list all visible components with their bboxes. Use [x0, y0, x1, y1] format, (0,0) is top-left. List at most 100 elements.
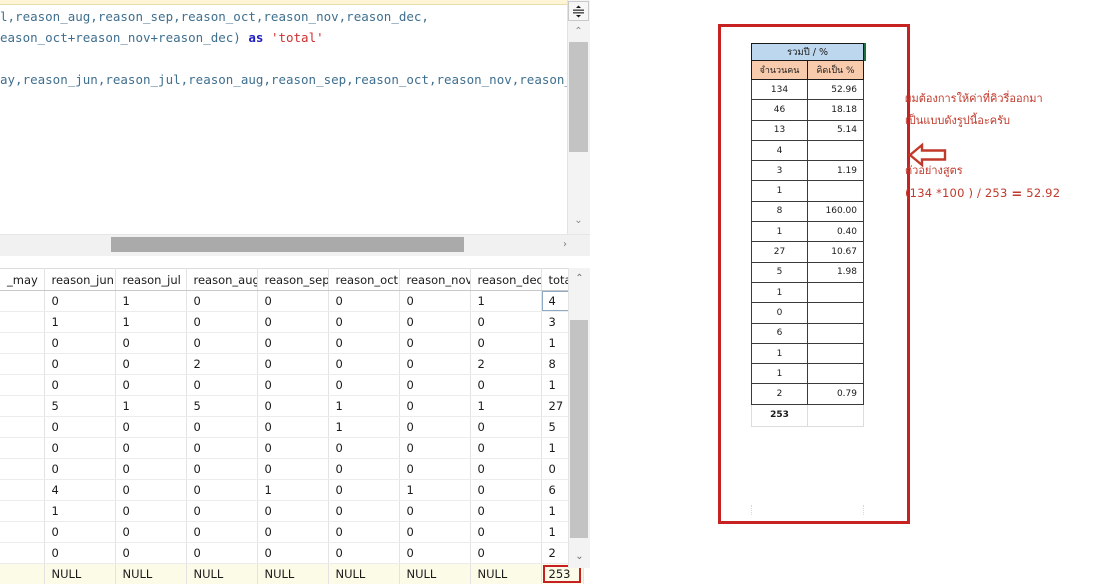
table-cell[interactable]: 0 — [44, 459, 115, 480]
table-cell[interactable]: 0 — [399, 312, 470, 333]
table-cell[interactable]: NULL — [186, 564, 257, 584]
table-row[interactable]: 00000001 — [0, 375, 583, 396]
table-cell[interactable]: 0 — [186, 438, 257, 459]
table-cell[interactable]: 1 — [470, 291, 541, 312]
table-row[interactable]: 00000001 — [0, 438, 583, 459]
table-cell[interactable] — [0, 543, 44, 564]
table-cell[interactable]: NULL — [257, 564, 328, 584]
table-cell[interactable]: NULL — [115, 564, 186, 584]
table-cell[interactable] — [0, 564, 44, 584]
table-cell[interactable]: 0 — [115, 522, 186, 543]
table-cell[interactable]: 1 — [44, 501, 115, 522]
table-cell[interactable]: 0 — [328, 501, 399, 522]
grid-vertical-scrollbar[interactable]: ⌃ ⌄ — [568, 268, 590, 568]
table-cell[interactable]: 2 — [186, 354, 257, 375]
table-cell[interactable] — [0, 438, 44, 459]
table-cell[interactable]: 0 — [257, 375, 328, 396]
table-cell[interactable]: 0 — [399, 375, 470, 396]
table-cell[interactable]: 0 — [328, 459, 399, 480]
table-total-row[interactable]: NULLNULLNULLNULLNULLNULLNULL253 — [0, 564, 583, 584]
table-cell[interactable]: 0 — [328, 333, 399, 354]
table-cell[interactable]: 0 — [115, 501, 186, 522]
column-header-reason-aug[interactable]: reason_aug — [186, 269, 257, 291]
table-cell[interactable]: 0 — [115, 333, 186, 354]
table-cell[interactable]: 0 — [470, 480, 541, 501]
table-cell[interactable]: 0 — [115, 438, 186, 459]
table-cell[interactable]: 0 — [44, 417, 115, 438]
table-cell[interactable] — [0, 417, 44, 438]
column-header-reason-jul[interactable]: reason_jul — [115, 269, 186, 291]
table-cell[interactable]: 0 — [257, 354, 328, 375]
split-pane-icon[interactable] — [568, 1, 589, 21]
table-cell[interactable] — [0, 522, 44, 543]
table-cell[interactable]: 0 — [470, 417, 541, 438]
table-cell[interactable]: 0 — [186, 417, 257, 438]
table-cell[interactable] — [0, 333, 44, 354]
editor-vertical-scrollbar[interactable]: ⌃ ⌄ — [567, 0, 590, 236]
table-cell[interactable]: 1 — [257, 480, 328, 501]
table-cell[interactable]: 0 — [257, 543, 328, 564]
table-cell[interactable]: 5 — [186, 396, 257, 417]
table-cell[interactable]: 0 — [44, 375, 115, 396]
table-cell[interactable]: 1 — [399, 480, 470, 501]
table-cell[interactable]: 0 — [399, 417, 470, 438]
table-cell[interactable]: 0 — [257, 438, 328, 459]
editor-scroll-thumb[interactable] — [569, 42, 588, 152]
table-cell[interactable]: NULL — [470, 564, 541, 584]
table-cell[interactable]: 0 — [186, 333, 257, 354]
table-cell[interactable]: 0 — [470, 522, 541, 543]
table-cell[interactable]: 5 — [44, 396, 115, 417]
table-cell[interactable]: 0 — [186, 543, 257, 564]
table-cell[interactable]: 0 — [257, 291, 328, 312]
table-cell[interactable]: 0 — [257, 522, 328, 543]
table-cell[interactable]: 0 — [115, 375, 186, 396]
table-cell[interactable]: 0 — [115, 417, 186, 438]
table-cell[interactable]: 0 — [399, 396, 470, 417]
table-cell[interactable]: 0 — [470, 501, 541, 522]
table-cell[interactable]: 1 — [328, 417, 399, 438]
table-row[interactable]: 00000001 — [0, 333, 583, 354]
table-cell[interactable]: 0 — [44, 543, 115, 564]
editor-scroll-down-arrow[interactable]: ⌄ — [568, 212, 589, 229]
table-cell[interactable]: 0 — [186, 501, 257, 522]
table-cell[interactable]: 1 — [44, 312, 115, 333]
table-cell[interactable] — [0, 459, 44, 480]
table-cell[interactable]: 1 — [115, 291, 186, 312]
table-row[interactable]: 11000003 — [0, 312, 583, 333]
table-cell[interactable]: 0 — [399, 501, 470, 522]
grid-scroll-up-arrow[interactable]: ⌃ — [570, 270, 589, 286]
table-cell[interactable]: 0 — [328, 438, 399, 459]
table-cell[interactable]: 0 — [328, 312, 399, 333]
table-cell[interactable] — [0, 501, 44, 522]
grid-scroll-thumb[interactable] — [570, 320, 588, 538]
table-cell[interactable]: 0 — [186, 459, 257, 480]
table-cell[interactable] — [0, 312, 44, 333]
table-cell[interactable]: 0 — [470, 438, 541, 459]
table-cell[interactable]: 0 — [186, 480, 257, 501]
table-cell[interactable]: 0 — [470, 312, 541, 333]
table-cell[interactable]: 0 — [44, 354, 115, 375]
table-cell[interactable]: 0 — [186, 312, 257, 333]
table-row[interactable]: 10000001 — [0, 501, 583, 522]
table-cell[interactable]: NULL — [399, 564, 470, 584]
table-row[interactable]: 00000001 — [0, 522, 583, 543]
table-cell[interactable]: 0 — [470, 459, 541, 480]
table-cell[interactable]: 0 — [257, 396, 328, 417]
table-cell[interactable]: 0 — [470, 333, 541, 354]
table-cell[interactable] — [0, 354, 44, 375]
table-cell[interactable]: 0 — [399, 291, 470, 312]
column-header-reason-jun[interactable]: reason_jun — [44, 269, 115, 291]
table-cell[interactable]: 0 — [186, 291, 257, 312]
table-cell[interactable]: 0 — [186, 522, 257, 543]
table-cell[interactable]: 4 — [44, 480, 115, 501]
table-cell[interactable]: 0 — [44, 333, 115, 354]
table-cell[interactable]: 0 — [399, 354, 470, 375]
table-cell[interactable]: 0 — [399, 333, 470, 354]
table-cell[interactable]: 0 — [257, 333, 328, 354]
table-cell[interactable]: 0 — [470, 375, 541, 396]
column-header-reason-sep[interactable]: reason_sep — [257, 269, 328, 291]
table-row[interactable]: 00000002 — [0, 543, 583, 564]
table-cell[interactable]: 0 — [257, 417, 328, 438]
table-cell[interactable]: 1 — [115, 396, 186, 417]
table-cell[interactable]: 0 — [115, 459, 186, 480]
